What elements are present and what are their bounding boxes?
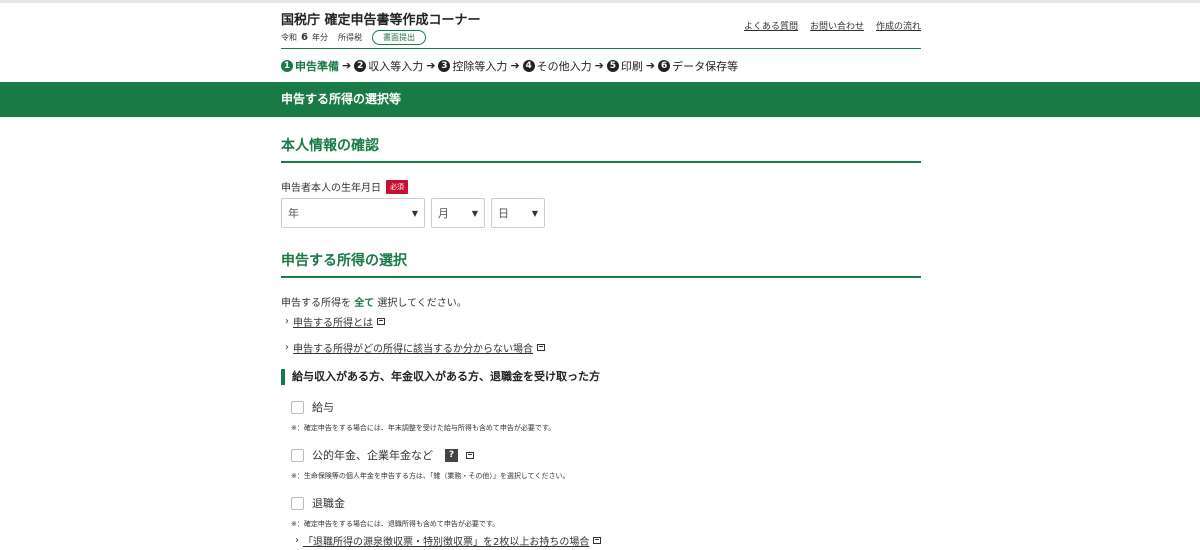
step-label: 収入等入力 — [368, 59, 424, 73]
birth-month-select[interactable]: 月 ▼ — [431, 198, 485, 228]
salary-option[interactable]: 給与 — [281, 399, 921, 415]
option-label: 給与 — [312, 401, 334, 414]
option-label: 公的年金、企業年金など — [312, 449, 433, 462]
dob-selects: 年 ▼ 月 ▼ 日 ▼ — [281, 198, 921, 228]
step-number: 1 — [281, 59, 293, 72]
step-label: その他入力 — [536, 59, 592, 73]
retirement-checkbox[interactable] — [291, 496, 304, 510]
birth-year-value: 年 — [288, 207, 299, 220]
tax-year-info: 令和 6 年分 所得税 書面提出 — [281, 30, 426, 45]
link-row: › 申告する所得とは — [281, 314, 921, 329]
tax-year: 6 — [301, 32, 308, 43]
step-arrow-icon: ➔ — [510, 59, 520, 72]
progress-steps: 1 申告準備 ➔ 2 収入等入力 ➔ 3 控除等入力 ➔ 4 その他入力 ➔ 5 印刷 ➔… — [281, 49, 921, 82]
external-window-icon — [593, 537, 602, 544]
option-note: ※：生命保険等の個人年金を申告する方は、「雑（業務・その他）」を選択してください… — [291, 472, 570, 480]
birth-day-value: 日 — [498, 207, 509, 220]
step-arrow-icon: ➔ — [426, 59, 436, 72]
dob-label: 申告者本人の生年月日 — [281, 183, 381, 194]
pension-option[interactable]: 公的年金、企業年金など ? — [281, 447, 921, 463]
step-arrow-icon: ➔ — [594, 59, 604, 72]
birth-year-select[interactable]: 年 ▼ — [281, 198, 425, 228]
option-note: ※：確定申告をする場合には、年末調整を受けた給与所得も含めて申告が必要です。 — [291, 424, 556, 432]
identity-section: 本人情報の確認 申告者本人の生年月日 必須 年 ▼ 月 ▼ 日 ▼ — [281, 135, 921, 228]
chevron-right-icon: › — [295, 535, 299, 546]
page-banner: 申告する所得の選択等 — [0, 82, 1200, 117]
step-number: 6 — [658, 59, 671, 72]
site-title: 国税庁 確定申告書等作成コーナー — [281, 13, 481, 28]
era-label: 令和 — [281, 33, 297, 42]
help-icon[interactable]: ? — [445, 448, 458, 462]
year-suffix: 年分 — [311, 33, 328, 42]
step-label: 印刷 — [620, 59, 643, 73]
flow-link[interactable]: 作成の流れ — [876, 19, 921, 32]
contact-link[interactable]: お問い合わせ — [810, 19, 864, 32]
step-number: 5 — [606, 59, 619, 72]
page-title: 申告する所得の選択等 — [281, 92, 402, 106]
multiple-withholding-slips-link[interactable]: 「退職所得の源泉徴収票・特別徴収票」を2枚以上お持ちの場合 — [303, 533, 589, 548]
external-window-icon — [377, 318, 385, 325]
caret-down-icon: ▼ — [531, 208, 538, 218]
step-1: 1 申告準備 — [281, 58, 339, 74]
birth-day-select[interactable]: 日 ▼ — [491, 198, 545, 228]
caret-down-icon: ▼ — [411, 208, 418, 218]
option-label: 退職金 — [312, 497, 345, 510]
chevron-right-icon: › — [285, 342, 289, 353]
salary-checkbox[interactable] — [291, 400, 304, 414]
step-label: データ保存等 — [672, 59, 739, 73]
pension-checkbox[interactable] — [291, 448, 304, 462]
retirement-option[interactable]: 退職金 — [281, 495, 921, 511]
step-label: 申告準備 — [295, 59, 339, 73]
link-row: › 「退職所得の源泉徴収票・特別徴収票」を2枚以上お持ちの場合 — [281, 533, 921, 548]
dob-label-row: 申告者本人の生年月日 必須 — [281, 179, 921, 194]
step-label: 控除等入力 — [452, 59, 508, 73]
step-arrow-icon: ➔ — [342, 59, 352, 72]
what-is-income-link[interactable]: 申告する所得とは — [293, 314, 373, 329]
income-classification-help-link[interactable]: 申告する所得がどの所得に該当するか分からない場合 — [293, 340, 533, 355]
header-links: よくある質問 お問い合わせ 作成の流れ — [744, 19, 921, 32]
chevron-right-icon: › — [285, 316, 289, 327]
intro-emphasis: 全て — [354, 298, 375, 309]
tax-type: 所得税 — [337, 33, 362, 42]
required-badge: 必須 — [386, 179, 408, 194]
site-header: 国税庁 確定申告書等作成コーナー 令和 6 年分 所得税 書面提出 よくある質問… — [281, 3, 921, 49]
step-number: 3 — [438, 59, 451, 72]
external-window-icon — [537, 344, 545, 351]
step-4: 4 その他入力 — [522, 58, 592, 74]
identity-heading: 本人情報の確認 — [281, 135, 921, 163]
category-heading: 給与収入がある方、年金収入がある方、退職金を受け取った方 — [281, 369, 921, 385]
step-arrow-icon: ➔ — [645, 59, 656, 72]
link-row: › 申告する所得がどの所得に該当するか分からない場合 — [281, 340, 921, 355]
income-heading: 申告する所得の選択 — [281, 250, 921, 278]
caret-down-icon: ▼ — [471, 208, 478, 218]
income-intro: 申告する所得を 全て 選択してください。 — [281, 294, 921, 309]
step-3: 3 控除等入力 — [438, 58, 507, 74]
option-note: ※：確定申告をする場合には、退職所得も含めて申告が必要です。 — [291, 520, 500, 528]
step-number: 4 — [522, 59, 535, 72]
submission-mode-badge: 書面提出 — [371, 30, 426, 45]
external-window-icon — [466, 451, 474, 459]
step-number: 2 — [354, 59, 367, 72]
intro-pre: 申告する所得を — [281, 298, 351, 309]
faq-link[interactable]: よくある質問 — [744, 19, 798, 32]
step-2: 2 収入等入力 — [354, 58, 423, 74]
step-6: 6 データ保存等 — [658, 58, 738, 74]
birth-month-value: 月 — [438, 207, 449, 220]
income-section: 申告する所得の選択 申告する所得を 全て 選択してください。 › 申告する所得と… — [281, 250, 921, 548]
step-5: 5 印刷 — [606, 58, 643, 74]
intro-post: 選択してください。 — [377, 298, 467, 309]
